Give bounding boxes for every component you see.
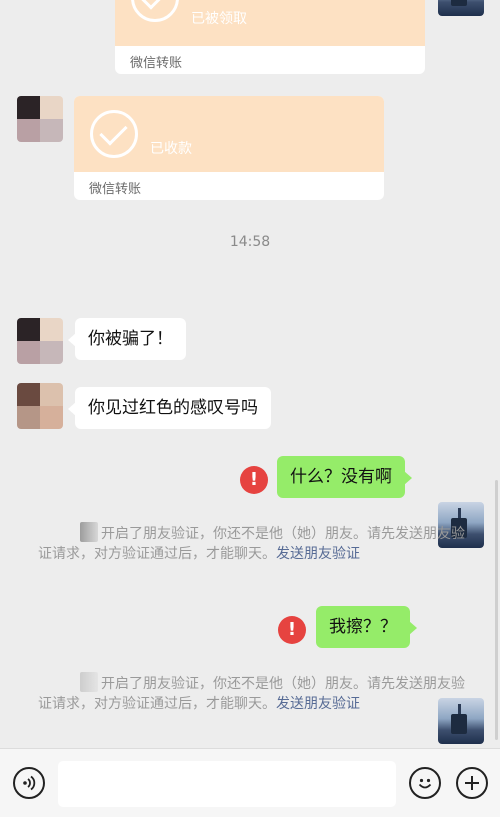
contact-avatar[interactable] bbox=[17, 96, 63, 142]
message-bubble-incoming[interactable]: 你被骗了！ bbox=[68, 318, 186, 360]
voice-wave-icon bbox=[23, 775, 36, 791]
transfer-label: 微信转账 bbox=[130, 56, 183, 71]
blurred-name bbox=[80, 672, 98, 692]
message-bubble-outgoing[interactable]: 我擦？？ bbox=[316, 606, 417, 648]
contact-avatar[interactable] bbox=[17, 383, 63, 429]
message-bubble-incoming[interactable]: 你见过红色的感叹号吗 bbox=[68, 387, 271, 429]
system-notice-text: 开启了朋友验证，你还不是他（她）朋友。请先发送朋友验证请求，对方验证通过后，才能… bbox=[38, 526, 465, 562]
system-notice-text: 开启了朋友验证，你还不是他（她）朋友。请先发送朋友验证请求，对方验证通过后，才能… bbox=[38, 676, 465, 712]
scrollbar[interactable] bbox=[495, 480, 498, 740]
transfer-label: 微信转账 bbox=[89, 182, 142, 197]
contact-avatar[interactable] bbox=[17, 318, 63, 364]
timestamp: 14:58 bbox=[229, 234, 271, 250]
check-icon bbox=[131, 0, 179, 22]
self-avatar-top[interactable] bbox=[438, 0, 484, 16]
transfer-status: 已收款 bbox=[150, 141, 192, 157]
message-input[interactable] bbox=[58, 761, 396, 807]
error-icon[interactable]: ! bbox=[240, 466, 268, 494]
system-notice: 开启了朋友验证，你还不是他（她）朋友。请先发送朋友验证请求，对方验证通过后，才能… bbox=[38, 522, 468, 564]
smiley-icon bbox=[418, 778, 432, 789]
transfer-card-received[interactable]: 已收款 微信转账 bbox=[74, 96, 384, 200]
emoji-icon[interactable] bbox=[409, 767, 441, 799]
transfer-card-claimed[interactable]: 已被领取 微信转账 bbox=[115, 0, 425, 74]
blurred-name bbox=[80, 522, 98, 542]
voice-icon[interactable] bbox=[13, 767, 45, 799]
send-verification-link[interactable]: 发送朋友验证 bbox=[276, 696, 360, 712]
error-icon[interactable]: ! bbox=[278, 616, 306, 644]
plus-icon[interactable] bbox=[456, 767, 488, 799]
message-bubble-outgoing[interactable]: 什么？没有啊 bbox=[277, 456, 412, 498]
input-bar bbox=[0, 748, 500, 817]
transfer-status: 已被领取 bbox=[191, 11, 247, 27]
system-notice: 开启了朋友验证，你还不是他（她）朋友。请先发送朋友验证请求，对方验证通过后，才能… bbox=[38, 672, 468, 714]
check-icon bbox=[90, 110, 138, 158]
plus-glyph-icon bbox=[465, 776, 479, 790]
send-verification-link[interactable]: 发送朋友验证 bbox=[276, 546, 360, 562]
